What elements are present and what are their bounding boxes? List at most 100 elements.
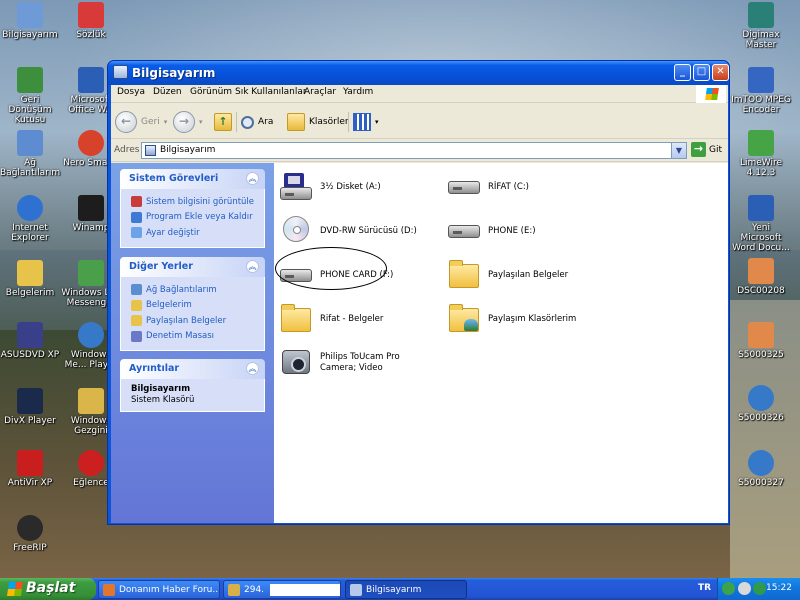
system-tasks-panel: Sistem Görevleri ︽ Sistem bilgisini görü… [120, 169, 265, 248]
task-change-setting[interactable]: Ayar değiştir [131, 225, 256, 241]
window-titlebar[interactable]: Bilgisayarım _ □ ✕ [108, 61, 729, 85]
messenger-icon [78, 260, 104, 286]
digimax-icon [748, 2, 774, 28]
other-places-body: Ağ Bağlantılarım Belgelerim Paylaşılan B… [120, 277, 265, 351]
highlight-ellipse [275, 247, 387, 290]
details-header[interactable]: Ayrıntılar ︽ [120, 359, 265, 379]
image-file-icon [748, 322, 774, 348]
word-doc-desktop-icon[interactable]: Yeni Microsoft Word Docu... [731, 195, 791, 253]
asusdvd-desktop-icon[interactable]: ASUSDVD XP [0, 322, 60, 360]
go-arrow-icon: → [691, 142, 706, 157]
collapse-icon[interactable]: ︽ [246, 362, 259, 375]
folders-button[interactable]: Klasörler [287, 110, 349, 134]
forward-button[interactable]: → ▾ [173, 110, 203, 134]
close-button[interactable]: ✕ [712, 64, 729, 81]
start-button[interactable]: Başlat [0, 578, 96, 600]
item-drive-c[interactable]: RİFAT (C:) [446, 171, 529, 203]
taskbar-item-forum[interactable]: Donanım Haber Foru... [98, 580, 220, 599]
clock[interactable]: 15:22 [766, 583, 792, 593]
back-button[interactable]: ← Geri ▾ [115, 110, 167, 134]
computer-icon [145, 145, 156, 156]
go-button[interactable]: → Git [691, 142, 722, 157]
menu-araclar[interactable]: Araçlar [304, 87, 336, 97]
item-shared-folders[interactable]: Paylaşım Klasörlerim [446, 303, 576, 335]
tray-antivirus-icon[interactable] [753, 582, 766, 595]
taskbar-item-294[interactable]: 294. [223, 580, 341, 599]
item-rifat-documents[interactable]: Rifat - Belgeler [278, 303, 383, 335]
media-player-icon [78, 322, 104, 348]
mpeg-encoder-desktop-icon[interactable]: ImTOO MPEG Encoder [731, 67, 791, 115]
menu-dosya[interactable]: Dosya [117, 87, 145, 97]
digimax-desktop-icon[interactable]: Digimax Master [731, 2, 791, 50]
toolbar: ← Geri ▾ → ▾ ↑ Ara Klasörler ▾ [111, 104, 728, 139]
item-shared-documents[interactable]: Paylaşılan Belgeler [446, 259, 568, 291]
address-dropdown-icon[interactable]: ▼ [671, 143, 686, 158]
search-label: Ara [258, 117, 274, 127]
collapse-icon[interactable]: ︽ [246, 172, 259, 185]
limewire-desktop-icon[interactable]: LimeWire 4.12.3 [731, 130, 791, 178]
item-dvd-d[interactable]: DVD-RW Sürücüsü (D:) [278, 215, 417, 247]
item-floppy-a[interactable]: 3½ Disket (A:) [278, 171, 381, 203]
up-button[interactable]: ↑ [214, 110, 232, 134]
computer-icon [350, 583, 362, 596]
mydocs-desktop-icon[interactable]: Belgelerim [0, 260, 60, 298]
s327-desktop-icon[interactable]: S5000327 [731, 450, 791, 488]
menu-gorunum[interactable]: Görünüm [190, 87, 232, 97]
taskbar-item-bilgisayarim[interactable]: Bilgisayarım [345, 580, 467, 599]
divx-desktop-icon[interactable]: DivX Player [0, 388, 60, 426]
task-view-system-info[interactable]: Sistem bilgisini görüntüle [131, 194, 256, 210]
no-entry-icon [78, 450, 104, 476]
mycomputer-desktop-icon[interactable]: Bilgisayarım [0, 2, 60, 40]
task-add-remove-programs[interactable]: Program Ekle veya Kaldır [131, 210, 256, 226]
network-desktop-icon[interactable]: Ağ Bağlantılarım [0, 130, 60, 178]
address-value: Bilgisayarım [160, 145, 216, 155]
menu-bar: Dosya Düzen Görünüm Sık Kullanılanlar Ar… [111, 85, 728, 103]
system-tasks-header[interactable]: Sistem Görevleri ︽ [120, 169, 265, 189]
video-file-icon [748, 385, 774, 411]
menu-duzen[interactable]: Düzen [153, 87, 182, 97]
windows-flag-icon [705, 88, 719, 100]
language-indicator[interactable]: TR [698, 583, 711, 593]
place-my-documents[interactable]: Belgelerim [131, 298, 256, 314]
tray-network-icon[interactable] [722, 582, 735, 595]
go-label: Git [709, 144, 723, 155]
taskbar-item-blank [270, 583, 340, 596]
place-network[interactable]: Ağ Bağlantılarım [131, 282, 256, 298]
s326-desktop-icon[interactable]: S5000326 [731, 385, 791, 423]
address-bar: Adres Bilgisayarım ▼ → Git [111, 140, 728, 162]
computer-icon [113, 65, 128, 79]
minimize-button[interactable]: _ [674, 64, 691, 81]
menu-yardim[interactable]: Yardım [343, 87, 373, 97]
menu-sik-kullanilanlar[interactable]: Sık Kullanılanlar [235, 87, 307, 97]
word-document-icon [748, 195, 774, 221]
winrar-icon [228, 583, 240, 596]
freerip-desktop-icon[interactable]: FreeRIP [0, 515, 60, 553]
place-control-panel[interactable]: Denetim Masası [131, 329, 256, 345]
details-name: Bilgisayarım [131, 384, 191, 394]
dvd-player-icon [17, 322, 43, 348]
other-places-header[interactable]: Diğer Yerler ︽ [120, 257, 265, 277]
s325-desktop-icon[interactable]: S5000325 [731, 322, 791, 360]
item-drive-e[interactable]: PHONE (E:) [446, 215, 536, 247]
maximize-button[interactable]: □ [693, 64, 710, 81]
window-client: Dosya Düzen Görünüm Sık Kullanılanlar Ar… [111, 85, 728, 523]
collapse-icon[interactable]: ︽ [246, 260, 259, 273]
search-button[interactable]: Ara [241, 110, 273, 134]
computer-icon [17, 2, 43, 28]
dsc-desktop-icon[interactable]: DSC00208 [731, 258, 791, 296]
address-field[interactable]: Bilgisayarım ▼ [141, 142, 687, 159]
recyclebin-desktop-icon[interactable]: Geri Dönüşüm Kutusu [0, 67, 60, 125]
folder-icon [131, 315, 142, 327]
antivirus-icon [17, 450, 43, 476]
recycle-bin-icon [17, 67, 43, 93]
tray-volume-icon[interactable] [738, 582, 751, 595]
sozluk-desktop-icon[interactable]: Sözlük [61, 2, 121, 40]
ie-desktop-icon[interactable]: Internet Explorer [0, 195, 60, 243]
place-shared-documents[interactable]: Paylaşılan Belgeler [131, 313, 256, 329]
item-camera[interactable]: Philips ToUcam Pro Camera; Video [278, 347, 428, 379]
views-button[interactable]: ▾ [353, 110, 379, 134]
folder-icon [131, 299, 142, 311]
folder-icon [17, 260, 43, 286]
system-tasks-body: Sistem bilgisini görüntüle Program Ekle … [120, 189, 265, 248]
antivir-desktop-icon[interactable]: AntiVir XP [0, 450, 60, 488]
